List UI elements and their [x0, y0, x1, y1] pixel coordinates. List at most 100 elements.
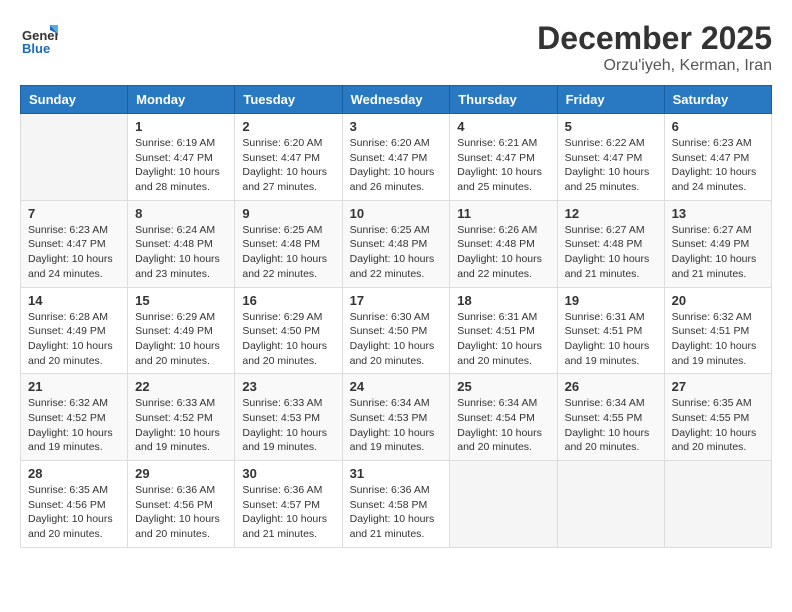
svg-text:Blue: Blue [22, 41, 50, 56]
day-info: Sunrise: 6:34 AM Sunset: 4:55 PM Dayligh… [565, 396, 657, 455]
day-info: Sunrise: 6:35 AM Sunset: 4:56 PM Dayligh… [28, 483, 120, 542]
day-number: 22 [135, 379, 227, 394]
calendar-cell [450, 461, 557, 548]
day-info: Sunrise: 6:36 AM Sunset: 4:58 PM Dayligh… [350, 483, 443, 542]
day-info: Sunrise: 6:30 AM Sunset: 4:50 PM Dayligh… [350, 310, 443, 369]
day-header-friday: Friday [557, 86, 664, 114]
calendar-cell: 27 Sunrise: 6:35 AM Sunset: 4:55 PM Dayli… [664, 374, 771, 461]
day-header-tuesday: Tuesday [235, 86, 342, 114]
calendar-cell: 24 Sunrise: 6:34 AM Sunset: 4:53 PM Dayli… [342, 374, 450, 461]
calendar-table: SundayMondayTuesdayWednesdayThursdayFrid… [20, 85, 772, 548]
day-info: Sunrise: 6:33 AM Sunset: 4:52 PM Dayligh… [135, 396, 227, 455]
day-number: 20 [672, 293, 764, 308]
day-header-saturday: Saturday [664, 86, 771, 114]
calendar-cell: 22 Sunrise: 6:33 AM Sunset: 4:52 PM Dayli… [128, 374, 235, 461]
day-number: 15 [135, 293, 227, 308]
calendar-cell: 20 Sunrise: 6:32 AM Sunset: 4:51 PM Dayli… [664, 287, 771, 374]
calendar-cell: 25Sunrise: 6:34 AM Sunset: 4:54 PM Dayli… [450, 374, 557, 461]
day-number: 29 [135, 466, 227, 481]
day-info: Sunrise: 6:36 AM Sunset: 4:56 PM Dayligh… [135, 483, 227, 542]
calendar-cell [664, 461, 771, 548]
calendar-cell [21, 114, 128, 201]
day-number: 31 [350, 466, 443, 481]
page-header: General Blue December 2025 Orzu'iyeh, Ke… [20, 20, 772, 75]
day-info: Sunrise: 6:32 AM Sunset: 4:51 PM Dayligh… [672, 310, 764, 369]
calendar-week-row: 14 Sunrise: 6:28 AM Sunset: 4:49 PM Dayli… [21, 287, 772, 374]
calendar-week-row: 21 Sunrise: 6:32 AM Sunset: 4:52 PM Dayli… [21, 374, 772, 461]
day-info: Sunrise: 6:25 AM Sunset: 4:48 PM Dayligh… [242, 223, 334, 282]
day-info: Sunrise: 6:34 AM Sunset: 4:53 PM Dayligh… [350, 396, 443, 455]
day-info: Sunrise: 6:20 AM Sunset: 4:47 PM Dayligh… [242, 136, 334, 195]
location-subtitle: Orzu'iyeh, Kerman, Iran [537, 57, 772, 75]
calendar-cell: 23 Sunrise: 6:33 AM Sunset: 4:53 PM Dayli… [235, 374, 342, 461]
calendar-cell: 11 Sunrise: 6:26 AM Sunset: 4:48 PM Dayli… [450, 200, 557, 287]
logo-icon: General Blue [20, 20, 58, 58]
day-info: Sunrise: 6:29 AM Sunset: 4:49 PM Dayligh… [135, 310, 227, 369]
day-header-sunday: Sunday [21, 86, 128, 114]
calendar-cell: 26 Sunrise: 6:34 AM Sunset: 4:55 PM Dayli… [557, 374, 664, 461]
day-number: 9 [242, 206, 334, 221]
month-title: December 2025 [537, 20, 772, 57]
day-info: Sunrise: 6:32 AM Sunset: 4:52 PM Dayligh… [28, 396, 120, 455]
day-number: 17 [350, 293, 443, 308]
calendar-cell: 29 Sunrise: 6:36 AM Sunset: 4:56 PM Dayli… [128, 461, 235, 548]
day-number: 12 [565, 206, 657, 221]
calendar-cell: 10Sunrise: 6:25 AM Sunset: 4:48 PM Dayli… [342, 200, 450, 287]
calendar-cell: 21 Sunrise: 6:32 AM Sunset: 4:52 PM Dayli… [21, 374, 128, 461]
calendar-cell: 15 Sunrise: 6:29 AM Sunset: 4:49 PM Dayli… [128, 287, 235, 374]
day-number: 24 [350, 379, 443, 394]
calendar-cell: 30Sunrise: 6:36 AM Sunset: 4:57 PM Dayli… [235, 461, 342, 548]
day-info: Sunrise: 6:26 AM Sunset: 4:48 PM Dayligh… [457, 223, 549, 282]
day-number: 6 [672, 119, 764, 134]
day-info: Sunrise: 6:28 AM Sunset: 4:49 PM Dayligh… [28, 310, 120, 369]
calendar-cell [557, 461, 664, 548]
title-block: December 2025 Orzu'iyeh, Kerman, Iran [537, 20, 772, 75]
day-number: 5 [565, 119, 657, 134]
day-info: Sunrise: 6:24 AM Sunset: 4:48 PM Dayligh… [135, 223, 227, 282]
calendar-cell: 14 Sunrise: 6:28 AM Sunset: 4:49 PM Dayli… [21, 287, 128, 374]
day-number: 18 [457, 293, 549, 308]
calendar-cell: 12Sunrise: 6:27 AM Sunset: 4:48 PM Dayli… [557, 200, 664, 287]
day-info: Sunrise: 6:27 AM Sunset: 4:49 PM Dayligh… [672, 223, 764, 282]
day-number: 23 [242, 379, 334, 394]
day-info: Sunrise: 6:19 AM Sunset: 4:47 PM Dayligh… [135, 136, 227, 195]
calendar-cell: 5 Sunrise: 6:22 AM Sunset: 4:47 PM Daylig… [557, 114, 664, 201]
calendar-cell: 9 Sunrise: 6:25 AM Sunset: 4:48 PM Daylig… [235, 200, 342, 287]
day-info: Sunrise: 6:33 AM Sunset: 4:53 PM Dayligh… [242, 396, 334, 455]
calendar-cell: 1 Sunrise: 6:19 AM Sunset: 4:47 PM Daylig… [128, 114, 235, 201]
calendar-cell: 2Sunrise: 6:20 AM Sunset: 4:47 PM Daylig… [235, 114, 342, 201]
day-header-thursday: Thursday [450, 86, 557, 114]
day-number: 3 [350, 119, 443, 134]
day-number: 25 [457, 379, 549, 394]
calendar-week-row: 1 Sunrise: 6:19 AM Sunset: 4:47 PM Daylig… [21, 114, 772, 201]
day-number: 16 [242, 293, 334, 308]
calendar-cell: 31 Sunrise: 6:36 AM Sunset: 4:58 PM Dayli… [342, 461, 450, 548]
day-info: Sunrise: 6:22 AM Sunset: 4:47 PM Dayligh… [565, 136, 657, 195]
calendar-cell: 3 Sunrise: 6:20 AM Sunset: 4:47 PM Daylig… [342, 114, 450, 201]
day-info: Sunrise: 6:21 AM Sunset: 4:47 PM Dayligh… [457, 136, 549, 195]
calendar-week-row: 28 Sunrise: 6:35 AM Sunset: 4:56 PM Dayli… [21, 461, 772, 548]
day-number: 14 [28, 293, 120, 308]
day-number: 27 [672, 379, 764, 394]
day-number: 1 [135, 119, 227, 134]
day-number: 13 [672, 206, 764, 221]
calendar-header-row: SundayMondayTuesdayWednesdayThursdayFrid… [21, 86, 772, 114]
calendar-cell: 16Sunrise: 6:29 AM Sunset: 4:50 PM Dayli… [235, 287, 342, 374]
calendar-cell: 17 Sunrise: 6:30 AM Sunset: 4:50 PM Dayli… [342, 287, 450, 374]
day-number: 10 [350, 206, 443, 221]
day-info: Sunrise: 6:35 AM Sunset: 4:55 PM Dayligh… [672, 396, 764, 455]
day-info: Sunrise: 6:20 AM Sunset: 4:47 PM Dayligh… [350, 136, 443, 195]
day-number: 8 [135, 206, 227, 221]
day-number: 26 [565, 379, 657, 394]
day-number: 4 [457, 119, 549, 134]
day-number: 11 [457, 206, 549, 221]
day-number: 28 [28, 466, 120, 481]
calendar-cell: 28 Sunrise: 6:35 AM Sunset: 4:56 PM Dayli… [21, 461, 128, 548]
day-info: Sunrise: 6:23 AM Sunset: 4:47 PM Dayligh… [28, 223, 120, 282]
calendar-cell: 13 Sunrise: 6:27 AM Sunset: 4:49 PM Dayli… [664, 200, 771, 287]
day-header-wednesday: Wednesday [342, 86, 450, 114]
day-info: Sunrise: 6:31 AM Sunset: 4:51 PM Dayligh… [565, 310, 657, 369]
day-info: Sunrise: 6:23 AM Sunset: 4:47 PM Dayligh… [672, 136, 764, 195]
day-info: Sunrise: 6:36 AM Sunset: 4:57 PM Dayligh… [242, 483, 334, 542]
day-number: 21 [28, 379, 120, 394]
